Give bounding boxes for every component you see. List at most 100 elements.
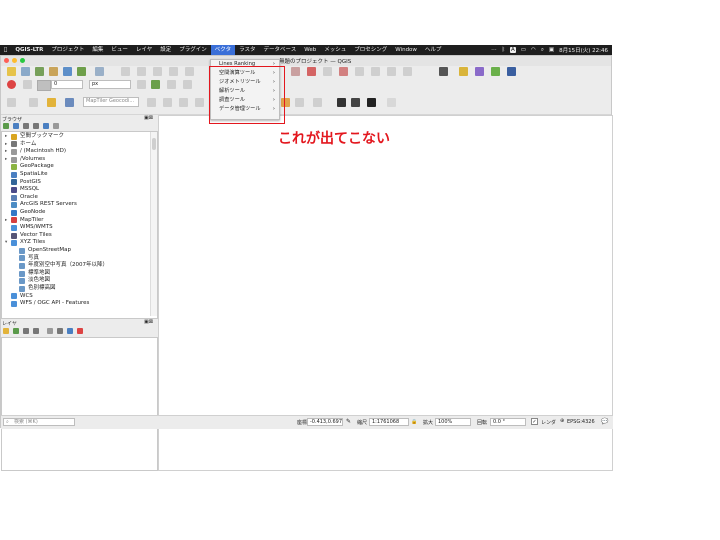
menu-window[interactable]: Window [391, 45, 421, 55]
browser-scrollbar-thumb[interactable] [152, 138, 156, 150]
python-icon[interactable] [459, 67, 468, 76]
edit-pencil-icon[interactable] [49, 67, 58, 76]
style-icon[interactable] [23, 80, 32, 89]
browser-item[interactable]: WFS / OGC API - Features [5, 300, 89, 308]
browser-item[interactable]: ArcGIS REST Servers [5, 201, 77, 209]
add-selected-layers-icon[interactable] [3, 123, 9, 129]
refresh-icon[interactable] [195, 98, 204, 107]
browser-item[interactable]: SpatiaLite [5, 171, 48, 179]
messages-icon[interactable]: 💬 [601, 418, 608, 425]
grid-tool-icon[interactable] [351, 98, 360, 107]
menu-help[interactable]: ヘルプ [421, 45, 446, 55]
menu-web[interactable]: Web [300, 45, 320, 55]
minimize-window-icon[interactable] [12, 58, 17, 63]
browser-item[interactable]: MSSQL [5, 186, 39, 194]
filter-legend-icon[interactable] [33, 328, 39, 334]
browser-item[interactable]: 色別標高図 [13, 285, 56, 293]
undo-icon[interactable] [169, 67, 178, 76]
menu-layer[interactable]: レイヤ [132, 45, 156, 55]
cross-icon[interactable] [167, 80, 176, 89]
browser-item[interactable]: ▸ ホーム [5, 141, 36, 149]
manage-map-themes-icon[interactable] [23, 328, 29, 334]
browser-item[interactable]: ▸/Volumes [5, 156, 45, 164]
add-group-icon[interactable] [13, 328, 19, 334]
menu-view[interactable]: ビュー [107, 45, 132, 55]
menu-database[interactable]: データベース [259, 45, 300, 55]
toggle-extents-icon[interactable]: ✎ [346, 418, 351, 425]
browser-item[interactable]: ▸ / (Macintosh HD) [5, 148, 66, 156]
value-field[interactable]: 0 [51, 80, 83, 89]
menu-raster[interactable]: ラスタ [235, 45, 259, 55]
close-window-icon[interactable] [4, 58, 9, 63]
lock-icon[interactable] [337, 98, 346, 107]
browser-scrollbar[interactable] [150, 132, 157, 316]
input-source-icon[interactable]: A [510, 47, 516, 53]
crs-globe-icon[interactable]: ⊕ [560, 418, 564, 424]
snapping-icon[interactable] [137, 80, 146, 89]
add-feature-icon[interactable] [77, 67, 86, 76]
browser-item[interactable]: GeoNode [5, 209, 45, 217]
menu-edit[interactable]: 編集 [88, 45, 107, 55]
collapse-all-icon[interactable] [43, 123, 49, 129]
plugin-b-icon[interactable] [491, 67, 500, 76]
remove-layer-icon[interactable] [77, 328, 83, 334]
select-icon[interactable] [7, 98, 16, 107]
annotation-icon[interactable] [163, 98, 172, 107]
measure-icon[interactable] [147, 98, 156, 107]
open-layer-styling-icon[interactable] [3, 328, 9, 334]
label-tool-icon[interactable] [291, 67, 300, 76]
magnifier-field[interactable]: 100% [435, 418, 471, 426]
plugin-c-icon[interactable] [507, 67, 516, 76]
pin-label-icon[interactable] [323, 67, 332, 76]
layers-panel-float-close-icon[interactable]: ▣⊠ [144, 319, 153, 325]
form-annotation-icon[interactable] [295, 98, 304, 107]
selection-icon[interactable] [47, 98, 56, 107]
dots-icon[interactable]: ⋯ [491, 47, 497, 53]
digitize-icon[interactable] [35, 67, 44, 76]
apple-icon[interactable]:  [0, 45, 11, 55]
digitize-shape-icon[interactable] [7, 80, 16, 89]
layers-tree[interactable] [1, 337, 158, 471]
browser-item[interactable]: WMS/WMTS [5, 224, 53, 232]
menu-plugins[interactable]: プラグイン [175, 45, 211, 55]
options-icon[interactable] [33, 123, 39, 129]
locator-search-input[interactable]: 検索 (⌘K) [3, 418, 75, 426]
scale-field[interactable]: 1:1761068 [369, 418, 409, 426]
open-project-icon[interactable] [21, 67, 30, 76]
render-checkbox[interactable]: ✓ [531, 418, 538, 425]
offset-icon[interactable] [183, 80, 192, 89]
copy-icon[interactable] [137, 67, 146, 76]
layer-icon[interactable] [63, 67, 72, 76]
identify-icon[interactable] [29, 98, 38, 107]
browser-item[interactable]: 年度別空中写真（2007年以降） [13, 262, 108, 270]
label-properties-icon[interactable] [403, 67, 412, 76]
color-swatch[interactable] [37, 80, 51, 91]
zoom-window-icon[interactable] [20, 58, 25, 63]
bluetooth-icon[interactable]: ᛒ [502, 47, 505, 53]
attribute-table-icon[interactable] [65, 98, 74, 107]
browser-item[interactable]: WCS [5, 293, 33, 301]
filter-expression-icon[interactable] [47, 328, 53, 334]
lock-scale-icon[interactable]: 🔒 [411, 419, 417, 425]
menu-project[interactable]: プロジェクト [47, 45, 88, 55]
html-annotation-icon[interactable] [313, 98, 322, 107]
swap-arrows-icon[interactable] [367, 98, 376, 107]
menu-vector[interactable]: ベクタ [210, 45, 236, 55]
battery-icon[interactable]: ▭ [521, 47, 526, 53]
menu-processing[interactable]: プロセシング [350, 45, 391, 55]
browser-item[interactable]: GeoPackage [5, 163, 54, 171]
control-center-icon[interactable]: ▣ [549, 47, 554, 53]
paste-icon[interactable] [153, 67, 162, 76]
app-menu[interactable]: QGIS-LTR [11, 45, 47, 55]
plugin-a-icon[interactable] [475, 67, 484, 76]
tracing-icon[interactable] [151, 80, 160, 89]
crs-label[interactable]: EPSG:4326 [567, 419, 595, 425]
move-label-icon[interactable] [355, 67, 364, 76]
rotate-label-icon[interactable] [371, 67, 380, 76]
panel-float-close-icon[interactable]: ▣⊠ [144, 115, 153, 121]
vehicle-icon[interactable] [439, 67, 448, 76]
expand-all-icon[interactable] [57, 328, 63, 334]
browser-item[interactable]: ▸ 空間ブックマーク [5, 133, 64, 141]
cut-icon[interactable] [121, 67, 130, 76]
browser-item[interactable]: OpenStreetMap [13, 247, 71, 255]
